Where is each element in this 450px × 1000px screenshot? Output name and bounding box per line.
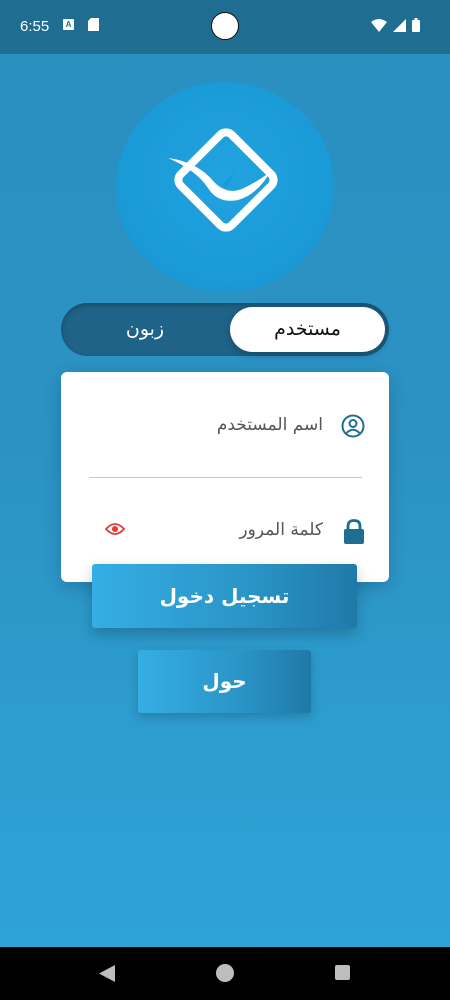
sd-card-icon [88,18,99,31]
username-placeholder: اسم المستخدم [216,415,323,435]
password-field[interactable]: كلمة المرور [61,511,389,551]
user-circle-icon [341,414,365,438]
about-button[interactable]: حول [138,650,311,713]
password-placeholder: كلمة المرور [239,520,323,540]
wifi-icon [371,18,387,32]
back-icon[interactable] [99,965,115,982]
camera-cutout [211,12,239,40]
user-type-toggle[interactable]: زبون مستخدم [61,303,389,356]
home-icon[interactable] [216,964,234,982]
battery-icon [412,18,420,32]
toggle-customer[interactable]: زبون [65,307,225,352]
status-bar: 6:55 A [0,0,450,54]
lock-icon [344,519,364,544]
notification-a-icon: A [63,19,74,30]
login-form-card: اسم المستخدم كلمة المرور [61,372,389,582]
logo-bird-icon [168,128,278,232]
login-button[interactable]: تسجيل دخول [92,564,357,628]
status-icons [371,18,420,32]
navigation-bar [0,947,450,1000]
status-time: 6:55 [20,18,50,35]
toggle-user[interactable]: مستخدم [230,307,385,352]
app-logo [116,82,334,292]
recent-apps-icon[interactable] [335,965,350,980]
eye-icon[interactable] [105,522,125,536]
field-divider [89,477,362,478]
signal-icon [393,18,406,32]
username-field[interactable]: اسم المستخدم [61,406,389,446]
